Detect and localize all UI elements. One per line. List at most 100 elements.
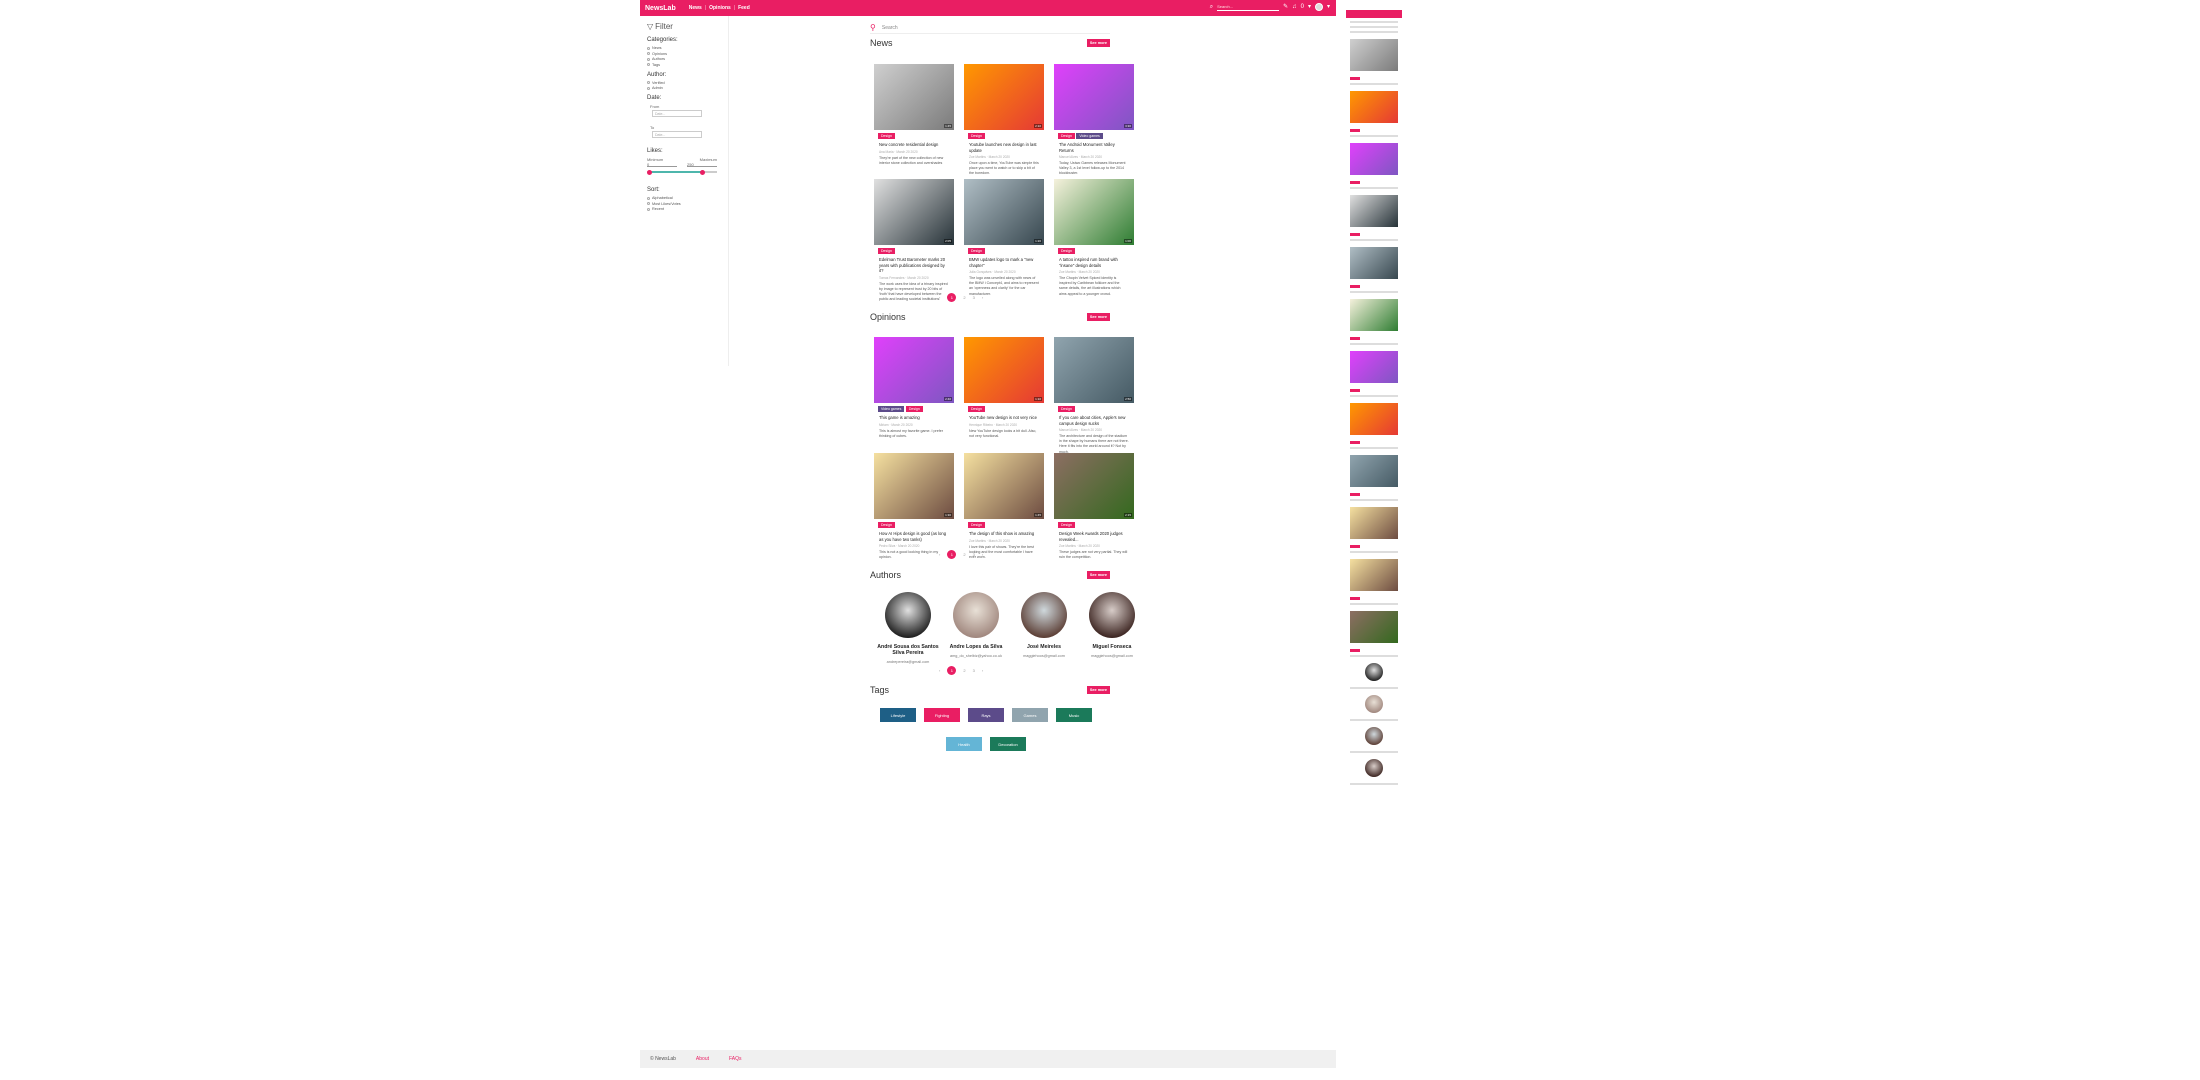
tag-badge[interactable]: Design xyxy=(968,248,985,254)
author-avatar[interactable] xyxy=(1089,592,1135,638)
card-title[interactable]: The design of this show is amazing xyxy=(969,531,1039,537)
author-name[interactable]: André Sousa dos Santos Silva Pereira xyxy=(874,644,942,656)
author-name[interactable]: Miguel Fonseca xyxy=(1078,644,1146,650)
news-card[interactable]: 1:45 Design New concrete residential desig… xyxy=(874,64,954,174)
tag-chip[interactable]: Health xyxy=(946,737,982,751)
card-title[interactable]: How AI Hips design is good (as long as y… xyxy=(879,531,949,542)
slider-min-handle[interactable] xyxy=(647,169,652,175)
mobile-author-avatar[interactable] xyxy=(1365,727,1383,745)
notification-count[interactable]: 0 xyxy=(1301,3,1304,11)
pager-page[interactable]: 1 xyxy=(947,293,957,302)
pager-next[interactable]: › xyxy=(982,552,983,557)
footer-faqs-link[interactable]: FAQs xyxy=(729,1056,742,1062)
author-card[interactable]: André Sousa dos Santos Silva Pereira andr… xyxy=(874,592,942,665)
sort-option[interactable]: Recent xyxy=(647,207,721,211)
min-likes-input[interactable]: 0 xyxy=(647,162,677,167)
card-image[interactable]: 1:45 xyxy=(874,64,954,130)
card-title[interactable]: A tattoo inspired rum brand with "insane… xyxy=(1059,257,1129,268)
category-radio[interactable] xyxy=(647,46,650,50)
nav-news-link[interactable]: News xyxy=(689,5,702,11)
tag-badge[interactable]: Design xyxy=(968,406,985,412)
author-filter-option[interactable]: Admin xyxy=(647,86,721,90)
news-card[interactable]: 1:45 Design The design of this show is ama… xyxy=(964,453,1044,563)
news-card[interactable]: 1:00 Design A tattoo inspired rum brand wi… xyxy=(1054,179,1134,296)
card-image[interactable]: 1:10 xyxy=(964,337,1044,403)
mobile-card-image[interactable] xyxy=(1350,195,1398,227)
tag-chip[interactable]: Fighting xyxy=(924,708,960,722)
mobile-card-image[interactable] xyxy=(1350,559,1398,591)
news-card[interactable]: 1:20 Design BMW updates logo to mark a "ne… xyxy=(964,179,1044,296)
main-search-bar[interactable]: ⚲ Search xyxy=(870,22,1110,34)
author-card[interactable]: Miguel Fonseca maggiehoos@gmail.com xyxy=(1078,592,1146,665)
nav-opinions-link[interactable]: Opinions xyxy=(709,5,731,11)
card-image[interactable]: 1:30 xyxy=(874,453,954,519)
pager-page[interactable]: 2 xyxy=(963,295,965,300)
author-filter-radio[interactable] xyxy=(647,86,650,90)
tag-badge[interactable]: Design xyxy=(968,522,985,528)
edit-icon[interactable]: ✎ xyxy=(1283,3,1288,11)
pager-page[interactable]: 1 xyxy=(947,666,957,675)
sort-radio[interactable] xyxy=(647,207,650,211)
news-card[interactable]: 1:30 Design How AI Hips design is good (as… xyxy=(874,453,954,563)
news-card[interactable]: 2:05 Design Edelman Trust Barometer marks … xyxy=(874,179,954,301)
bell-icon[interactable]: ♫ xyxy=(1292,3,1297,11)
tag-badge[interactable]: Design xyxy=(968,133,985,139)
mobile-card-image[interactable] xyxy=(1350,247,1398,279)
category-option[interactable]: Tags xyxy=(647,63,721,67)
pager-prev[interactable]: ‹ xyxy=(939,295,940,300)
author-avatar[interactable] xyxy=(885,592,931,638)
pager-next[interactable]: › xyxy=(982,668,983,673)
card-title[interactable]: The Android Monument Valley Returns xyxy=(1059,142,1129,153)
mobile-card-image[interactable] xyxy=(1350,143,1398,175)
mobile-author-avatar[interactable] xyxy=(1365,663,1383,681)
card-title[interactable]: New concrete residential design xyxy=(879,142,949,148)
pager-page[interactable]: 3 xyxy=(973,552,975,557)
sort-option[interactable]: Most Likes/Votes xyxy=(647,202,721,206)
tag-badge[interactable]: Design xyxy=(1058,133,1075,139)
pager-page[interactable]: 2 xyxy=(963,668,965,673)
tag-badge[interactable]: Design xyxy=(878,522,895,528)
author-avatar[interactable] xyxy=(1021,592,1067,638)
see-more-authors-button[interactable]: See more xyxy=(1086,571,1110,579)
card-image[interactable]: 2:15 xyxy=(1054,453,1134,519)
chevron-down-icon[interactable]: ▾ xyxy=(1308,3,1311,11)
author-card[interactable]: José Meireles maggiehoos@gmail.com xyxy=(1010,592,1078,665)
see-more-opinions-button[interactable]: See more xyxy=(1086,313,1110,321)
tag-badge[interactable]: Design xyxy=(1058,522,1075,528)
card-image[interactable]: 3:30 xyxy=(1054,64,1134,130)
card-title[interactable]: Design Week Awards 2020 judges revealed.… xyxy=(1059,531,1129,542)
category-radio[interactable] xyxy=(647,52,650,55)
card-image[interactable]: 2:05 xyxy=(874,179,954,245)
chevron-down-icon[interactable]: ▾ xyxy=(1327,3,1330,11)
author-filter-option[interactable]: Verified xyxy=(647,81,721,85)
nav-feed-link[interactable]: Feed xyxy=(738,5,750,11)
author-card[interactable]: Andre Lopes da Silva amg_do_shelbiz@yahoo… xyxy=(942,592,1010,665)
sort-option[interactable]: Alphabetical xyxy=(647,196,721,200)
category-option[interactable]: Authors xyxy=(647,57,721,61)
card-image[interactable]: 1:00 xyxy=(1054,179,1134,245)
category-radio[interactable] xyxy=(647,63,650,66)
news-card[interactable]: 1:10 Design YouTube new design is not very… xyxy=(964,337,1044,447)
avatar[interactable] xyxy=(1314,3,1323,11)
card-title[interactable]: BMW updates logo to mark a "new chapter" xyxy=(969,257,1039,268)
pager-page[interactable]: 3 xyxy=(973,295,975,300)
card-title[interactable]: If you care about cities, Apple's new ca… xyxy=(1059,415,1129,426)
pager-page[interactable]: 1 xyxy=(947,550,957,559)
tag-badge[interactable]: Design xyxy=(1058,248,1075,254)
card-title[interactable]: YouTube new design is not very nice xyxy=(969,415,1039,421)
author-name[interactable]: José Meireles xyxy=(1010,644,1078,650)
news-card[interactable]: 2:50 Design If you care about cities, Appl… xyxy=(1054,337,1134,454)
tag-badge[interactable]: Design xyxy=(878,133,895,139)
tag-chip[interactable]: Decoration xyxy=(990,737,1026,751)
mobile-card-image[interactable] xyxy=(1350,611,1398,643)
likes-range-slider[interactable] xyxy=(647,169,717,175)
card-image[interactable]: 1:45 xyxy=(964,453,1044,519)
tag-chip[interactable]: Music xyxy=(1056,708,1092,722)
card-image[interactable]: 2:50 xyxy=(1054,337,1134,403)
card-image[interactable]: 1:20 xyxy=(964,179,1044,245)
to-date-input[interactable]: Date... xyxy=(652,131,702,138)
card-image[interactable]: 2:10 xyxy=(964,64,1044,130)
pager-prev[interactable]: ‹ xyxy=(939,668,940,673)
news-card[interactable]: 2:40 Video games Design This game is amazin… xyxy=(874,337,954,447)
card-title[interactable]: This game is amazing xyxy=(879,415,949,421)
